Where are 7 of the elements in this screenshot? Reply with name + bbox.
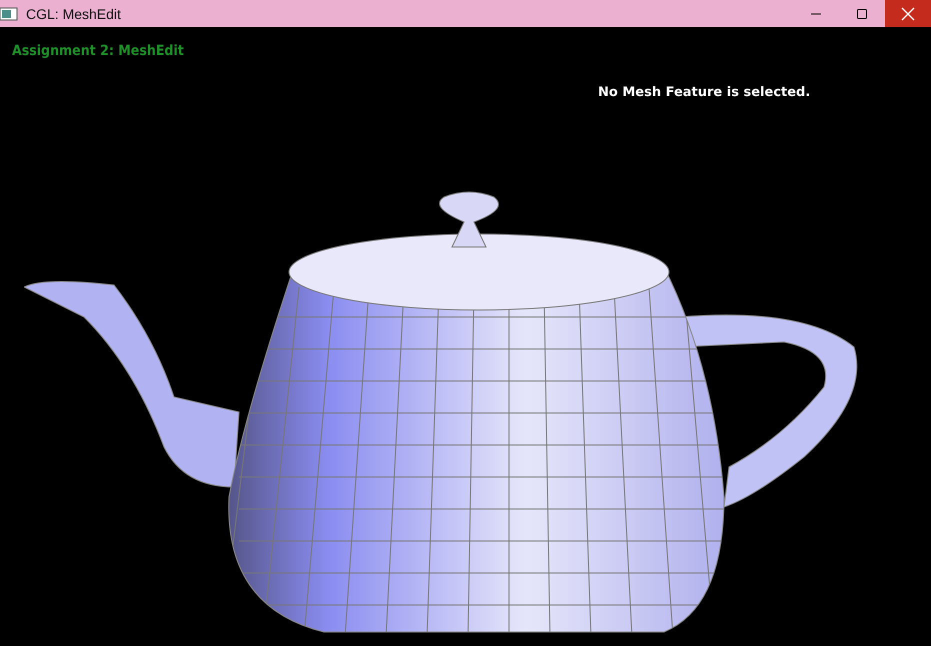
close-icon — [901, 6, 915, 20]
app-icon — [0, 6, 18, 20]
status-message: No Mesh Feature is selected. — [598, 85, 810, 100]
window-title: CGL: MeshEdit — [26, 6, 122, 22]
close-button[interactable] — [885, 0, 931, 27]
app-heading: Assignment 2: MeshEdit — [12, 43, 184, 59]
maximize-icon — [856, 8, 868, 20]
